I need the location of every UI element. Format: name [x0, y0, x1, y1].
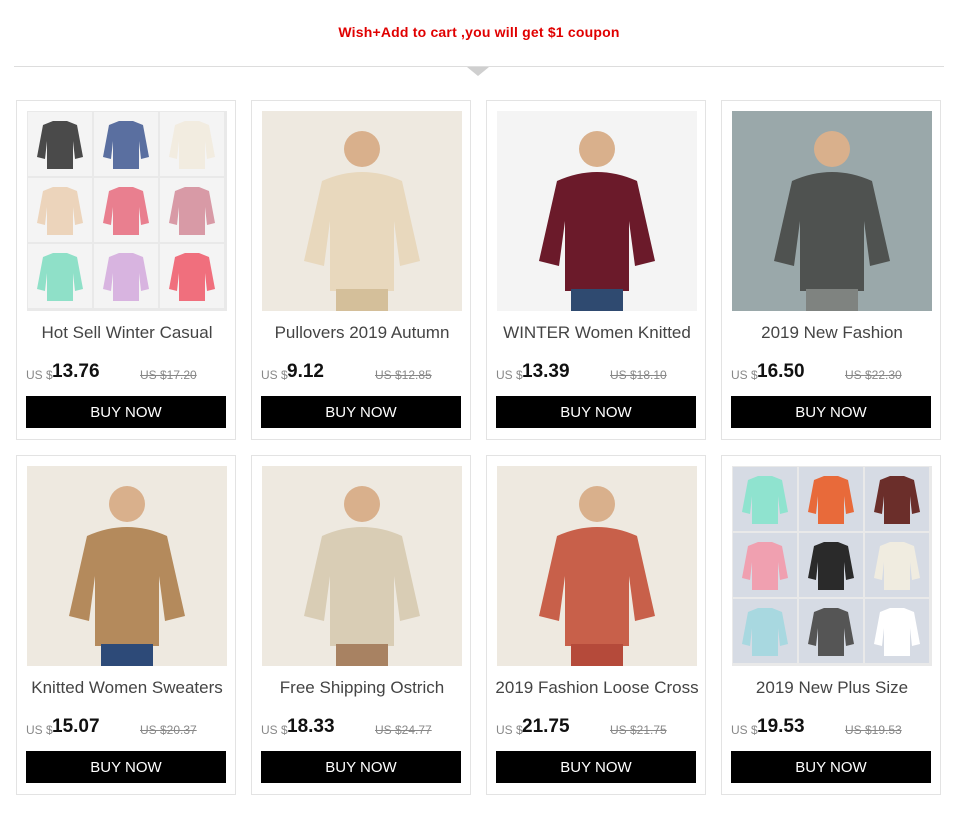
product-title[interactable]: 2019 New Plus Size — [728, 678, 936, 698]
mint-v-neck-sweater-grid-photo — [732, 466, 932, 666]
original-price: US $24.77 — [375, 723, 432, 737]
sale-price: 21.75 — [522, 716, 570, 737]
divider-arrow-icon — [467, 67, 489, 76]
product-card[interactable]: Free Shipping Ostrich US $18.33 US $24.77 B… — [251, 455, 471, 795]
product-title[interactable]: 2019 Fashion Loose Cross — [493, 678, 701, 698]
fur-collar-cardigan-photo — [262, 466, 462, 666]
buy-now-button[interactable]: BUY NOW — [261, 396, 461, 428]
product-title[interactable]: Knitted Women Sweaters — [23, 678, 231, 698]
buy-now-button[interactable]: BUY NOW — [496, 396, 696, 428]
product-card[interactable]: 2019 Fashion Loose Cross US $21.75 US $21.… — [486, 455, 706, 795]
product-card[interactable]: Hot Sell Winter Casual US $13.76 US $17.20… — [16, 100, 236, 440]
buy-now-button[interactable]: BUY NOW — [26, 751, 226, 783]
sweater-grid-photo — [27, 111, 227, 311]
camel-cardigan-photo — [27, 466, 227, 666]
price-row: US $15.07 US $20.37 — [26, 716, 231, 740]
product-image[interactable] — [262, 466, 462, 666]
product-image[interactable] — [27, 111, 227, 311]
product-image[interactable] — [497, 466, 697, 666]
sale-price: 13.76 — [52, 361, 100, 382]
price-row: US $13.39 US $18.10 — [496, 361, 701, 385]
price-row: US $16.50 US $22.30 — [731, 361, 936, 385]
product-title[interactable]: Pullovers 2019 Autumn — [258, 323, 466, 343]
buy-now-button[interactable]: BUY NOW — [26, 396, 226, 428]
product-image[interactable] — [732, 466, 932, 666]
product-image[interactable] — [497, 111, 697, 311]
product-card[interactable]: 2019 New Fashion US $16.50 US $22.30 BUY NO… — [721, 100, 941, 440]
product-title[interactable]: WINTER Women Knitted — [493, 323, 701, 343]
currency-label: US $ — [261, 368, 288, 382]
burgundy-sweater-photo — [497, 111, 697, 311]
currency-label: US $ — [26, 368, 53, 382]
beige-fuzzy-sweater-photo — [262, 111, 462, 311]
currency-label: US $ — [496, 368, 523, 382]
product-title[interactable]: Hot Sell Winter Casual — [23, 323, 231, 343]
buy-now-button[interactable]: BUY NOW — [731, 751, 931, 783]
product-image[interactable] — [27, 466, 227, 666]
sale-price: 16.50 — [757, 361, 805, 382]
product-card[interactable]: 2019 New Plus Size US $19.53 US $19.53 BUY … — [721, 455, 941, 795]
product-image[interactable] — [732, 111, 932, 311]
product-image[interactable] — [262, 111, 462, 311]
product-card[interactable]: Knitted Women Sweaters US $15.07 US $20.37… — [16, 455, 236, 795]
sale-price: 9.12 — [287, 361, 324, 382]
product-card[interactable]: WINTER Women Knitted US $13.39 US $18.10 BU… — [486, 100, 706, 440]
original-price: US $18.10 — [610, 368, 667, 382]
sale-price: 15.07 — [52, 716, 100, 737]
currency-label: US $ — [731, 368, 758, 382]
price-row: US $18.33 US $24.77 — [261, 716, 466, 740]
original-price: US $19.53 — [845, 723, 902, 737]
original-price: US $20.37 — [140, 723, 197, 737]
original-price: US $12.85 — [375, 368, 432, 382]
original-price: US $22.30 — [845, 368, 902, 382]
buy-now-button[interactable]: BUY NOW — [496, 751, 696, 783]
price-row: US $19.53 US $19.53 — [731, 716, 936, 740]
product-title[interactable]: Free Shipping Ostrich — [258, 678, 466, 698]
product-card[interactable]: Pullovers 2019 Autumn US $9.12 US $12.85 BU… — [251, 100, 471, 440]
currency-label: US $ — [261, 723, 288, 737]
original-price: US $21.75 — [610, 723, 667, 737]
original-price: US $17.20 — [140, 368, 197, 382]
sale-price: 13.39 — [522, 361, 570, 382]
buy-now-button[interactable]: BUY NOW — [731, 396, 931, 428]
product-title[interactable]: 2019 New Fashion — [728, 323, 936, 343]
coupon-banner: Wish+Add to cart ,you will get $1 coupon — [338, 24, 620, 40]
currency-label: US $ — [26, 723, 53, 737]
currency-label: US $ — [496, 723, 523, 737]
lace-up-sweater-dress-photo — [497, 466, 697, 666]
sale-price: 19.53 — [757, 716, 805, 737]
sale-price: 18.33 — [287, 716, 335, 737]
price-row: US $13.76 US $17.20 — [26, 361, 231, 385]
price-row: US $9.12 US $12.85 — [261, 361, 466, 385]
buy-now-button[interactable]: BUY NOW — [261, 751, 461, 783]
currency-label: US $ — [731, 723, 758, 737]
grey-v-neck-sweater-photo — [732, 111, 932, 311]
price-row: US $21.75 US $21.75 — [496, 716, 701, 740]
